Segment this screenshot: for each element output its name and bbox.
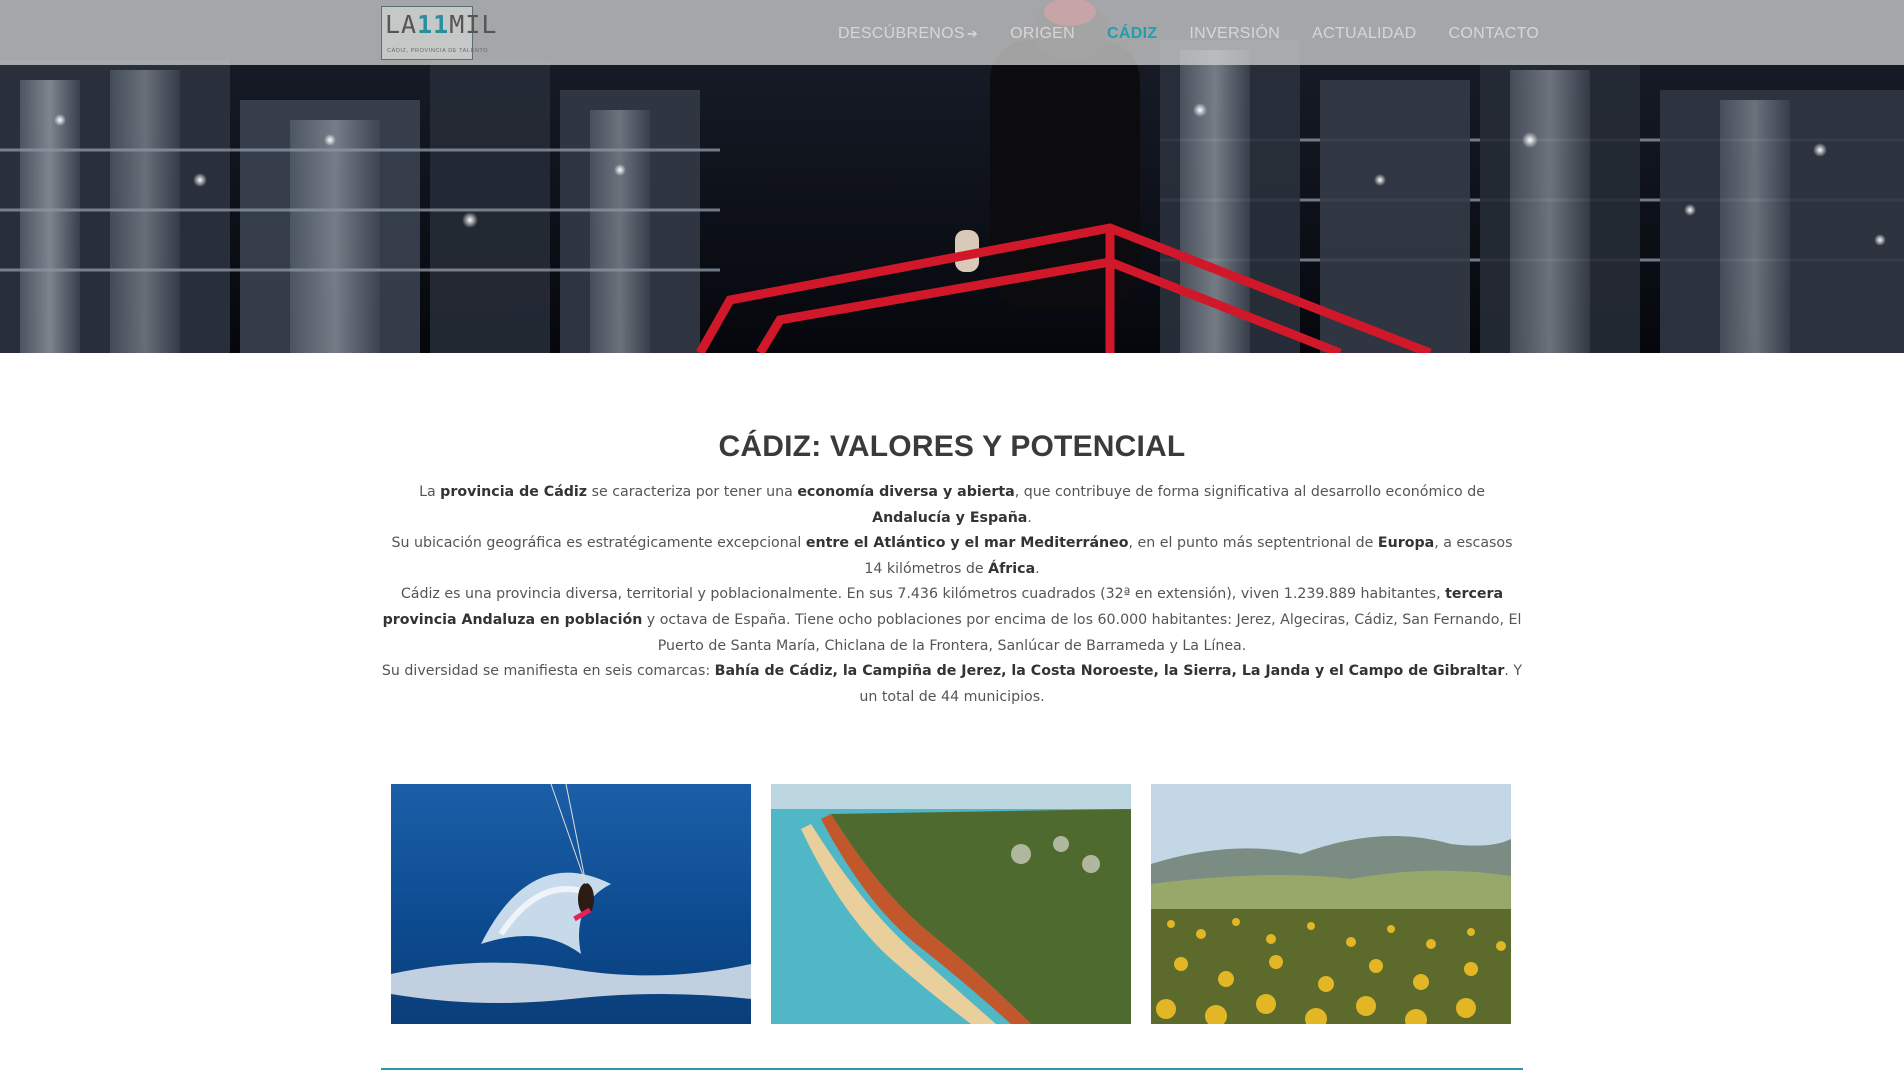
- intro-text: La provincia de Cádiz se caracteriza por…: [381, 480, 1523, 710]
- gallery-photo-coastline[interactable]: [771, 784, 1131, 1024]
- paragraph-3: Cádiz es una provincia diversa, territor…: [382, 586, 1522, 654]
- paragraph-1: La provincia de Cádiz se caracteriza por…: [419, 484, 1485, 526]
- main-menu: DESCÚBRENOS ➔ ORIGEN CÁDIZ INVERSIÓN ACTU…: [838, 23, 1571, 45]
- nav-item-descubrenos[interactable]: DESCÚBRENOS ➔: [838, 23, 978, 45]
- logo-wordmark: LA11MIL: [385, 10, 498, 39]
- hero-banner: LA11MIL CÁDIZ, PROVINCIA DE TALENTO DESC…: [0, 0, 1904, 353]
- top-navigation: LA11MIL CÁDIZ, PROVINCIA DE TALENTO DESC…: [0, 0, 1904, 65]
- sunflower-field-image: [1151, 784, 1511, 1024]
- page-title: CÁDIZ: VALORES Y POTENCIAL: [718, 430, 1186, 463]
- nav-item-contacto[interactable]: CONTACTO: [1448, 23, 1539, 45]
- gallery-photo-kitesurf[interactable]: [391, 784, 751, 1024]
- gallery-photo-sunflowers[interactable]: [1151, 784, 1511, 1024]
- paragraph-2: Su ubicación geográfica es estratégicame…: [391, 535, 1513, 577]
- nav-item-actualidad[interactable]: ACTUALIDAD: [1312, 23, 1416, 45]
- kitesurf-image: [391, 784, 751, 1024]
- site-logo[interactable]: LA11MIL CÁDIZ, PROVINCIA DE TALENTO: [381, 6, 496, 60]
- paragraph-4: Su diversidad se manifiesta en seis coma…: [381, 663, 1523, 705]
- arrow-right-icon: ➔: [966, 26, 979, 41]
- logo-tagline: CÁDIZ, PROVINCIA DE TALENTO: [387, 48, 489, 54]
- nav-item-inversion[interactable]: INVERSIÓN: [1189, 23, 1280, 45]
- section-divider: [381, 1068, 1523, 1070]
- nav-item-origen[interactable]: ORIGEN: [1010, 23, 1075, 45]
- coastline-image: [771, 784, 1131, 1024]
- nav-item-cadiz[interactable]: CÁDIZ: [1107, 23, 1157, 45]
